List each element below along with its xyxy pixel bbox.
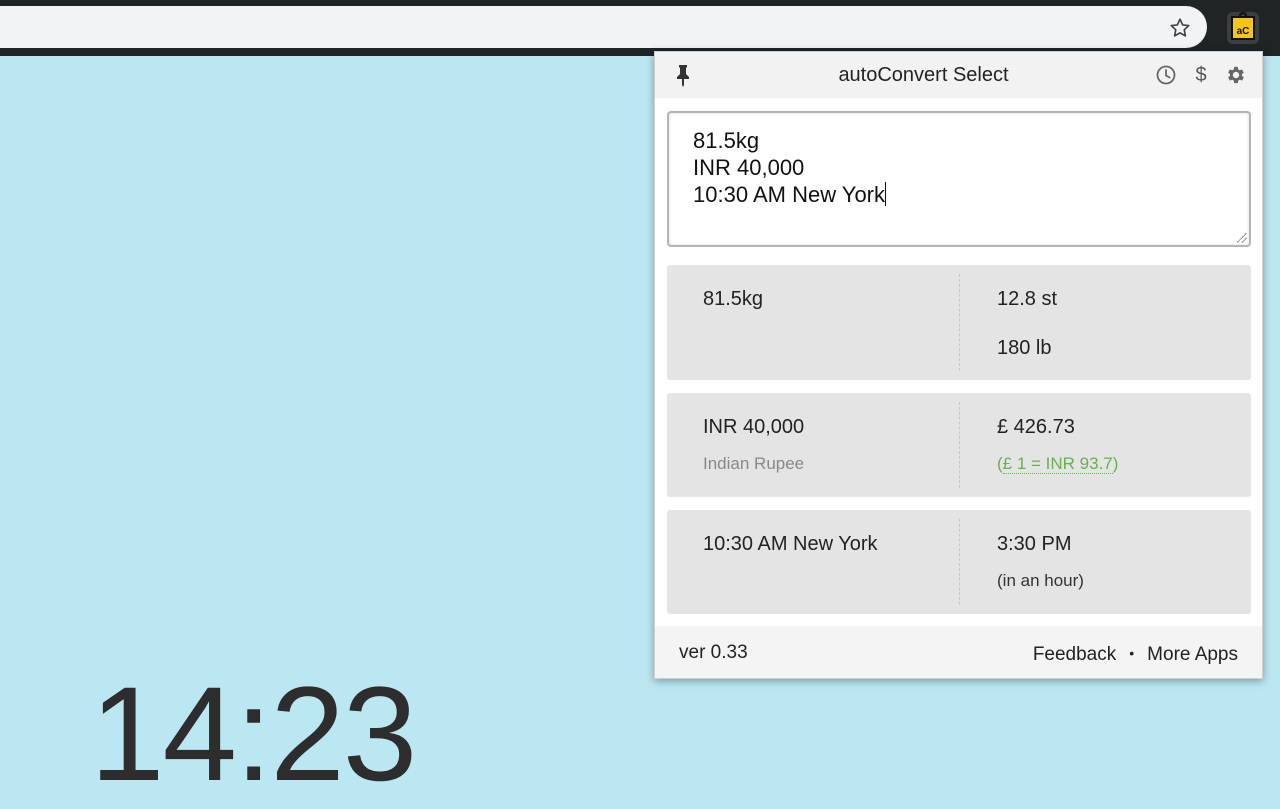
popup-body: 81.5kg INR 40,000 10:30 AM New York 81.5…: [655, 98, 1262, 626]
input-line: INR 40,000: [693, 155, 805, 180]
bookmark-star-icon[interactable]: [1166, 14, 1194, 42]
relative-time-note: (in an hour): [997, 571, 1084, 590]
autoconvert-extension-button[interactable]: aC: [1227, 12, 1259, 44]
footer-links: Feedback • More Apps: [1033, 642, 1238, 666]
settings-gear-icon[interactable]: [1225, 64, 1247, 86]
version-label: ver 0.33: [679, 642, 748, 663]
autoconvert-popup: autoConvert Select $ 81.5kg INR 40,000 1…: [654, 51, 1263, 679]
address-bar[interactable]: [0, 6, 1207, 48]
clock-display: 14:23: [90, 660, 417, 809]
source-value: 10:30 AM New York: [703, 533, 878, 555]
converted-value: £ 426.73: [997, 416, 1075, 438]
converted-value: 180 lb: [997, 337, 1052, 359]
result-card-weight: 81.5kg 12.8 st 180 lb: [667, 265, 1251, 380]
result-card-time: 10:30 AM New York 3:30 PM (in an hour): [667, 510, 1251, 614]
input-line: 10:30 AM New York: [693, 182, 887, 207]
history-clock-icon[interactable]: [1155, 64, 1177, 86]
input-line: 81.5kg: [693, 128, 760, 153]
converted-value: 3:30 PM: [997, 533, 1072, 555]
feedback-link[interactable]: Feedback: [1033, 644, 1116, 665]
footer-separator: •: [1129, 645, 1135, 661]
currency-dollar-icon[interactable]: $: [1190, 64, 1212, 86]
exchange-rate-link[interactable]: (£ 1 = INR 93.7): [997, 454, 1118, 474]
resize-handle-icon[interactable]: [1237, 233, 1247, 243]
source-value: INR 40,000: [703, 416, 805, 438]
popup-title: autoConvert Select: [838, 64, 1009, 86]
popup-footer: ver 0.33 Feedback • More Apps: [655, 626, 1262, 678]
converted-value: 12.8 st: [997, 288, 1058, 310]
browser-toolbar: aC: [0, 0, 1280, 56]
result-card-currency: INR 40,000 Indian Rupee £ 426.73 (£ 1 = …: [667, 393, 1251, 497]
more-apps-link[interactable]: More Apps: [1147, 644, 1238, 665]
source-value: 81.5kg: [703, 288, 764, 310]
autoconvert-logo-icon: aC: [1231, 12, 1255, 40]
popup-header: autoConvert Select $: [655, 52, 1262, 98]
source-currency-name: Indian Rupee: [703, 454, 805, 473]
conversion-input-textarea[interactable]: 81.5kg INR 40,000 10:30 AM New York: [667, 111, 1251, 247]
